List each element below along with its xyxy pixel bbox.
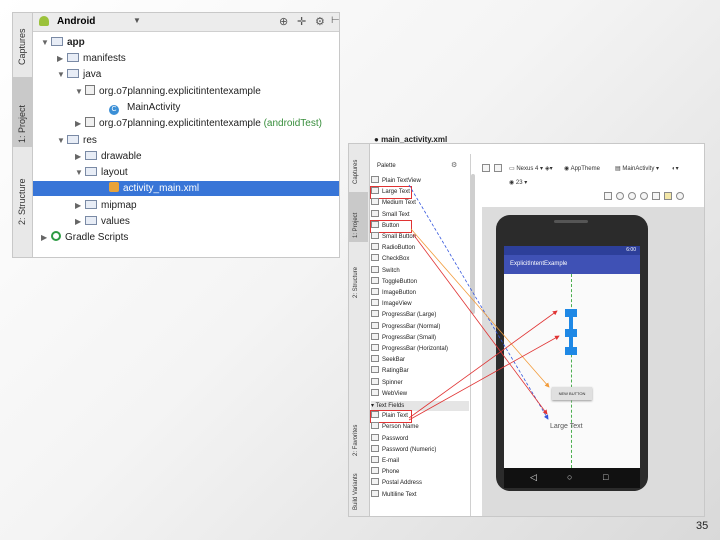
gradle-icon xyxy=(51,231,61,241)
arrow-button-2 xyxy=(412,233,548,415)
tree-item-activity-main[interactable]: activity_main.xml xyxy=(33,181,339,196)
drag-arrows xyxy=(408,184,560,421)
xml-file-icon xyxy=(109,182,119,192)
package-icon xyxy=(85,85,95,95)
tree-item-res[interactable]: ▼ res xyxy=(57,133,97,148)
tree-item-values[interactable]: ▶ values xyxy=(75,214,130,229)
arrow-plain-text-2 xyxy=(408,335,560,421)
arrow-large-text xyxy=(408,184,549,420)
project-side-tab-strip: Captures 1: Project 2: Structure xyxy=(13,13,33,257)
folder-icon xyxy=(67,135,79,144)
sync-icon[interactable]: ⊕ xyxy=(279,15,288,28)
view-selector[interactable]: Android xyxy=(57,16,95,27)
gear-icon[interactable]: ⚙ xyxy=(315,15,325,28)
tree-item-app[interactable]: ▼ app xyxy=(41,35,85,50)
folder-icon xyxy=(85,216,97,225)
folder-icon xyxy=(51,37,63,46)
page-number: 35 xyxy=(696,520,709,532)
folder-icon xyxy=(67,53,79,62)
class-icon: C xyxy=(109,105,119,115)
tree-item-gradle-scripts[interactable]: ▶ Gradle Scripts xyxy=(41,230,128,245)
tree-item-java[interactable]: ▼ java xyxy=(57,67,101,82)
tree-item-layout[interactable]: ▼ layout xyxy=(75,165,128,180)
side-tab-structure[interactable]: 2: Structure xyxy=(13,153,32,229)
hide-icon[interactable]: ⊢ xyxy=(331,15,339,26)
tree-item-drawable[interactable]: ▶ drawable xyxy=(75,149,142,164)
tree-item-mipmap[interactable]: ▶ mipmap xyxy=(75,198,137,213)
side-tab-captures[interactable]: Captures xyxy=(13,13,32,71)
project-toolbar: Android ▼ ⊕ ✛ ⚙ ⊢ xyxy=(33,13,339,32)
folder-icon xyxy=(85,151,97,160)
android-icon xyxy=(39,16,49,26)
project-panel: Captures 1: Project 2: Structure Android… xyxy=(12,12,340,258)
arrow-button xyxy=(410,228,550,388)
file-tab[interactable]: ● main_activity.xml xyxy=(374,135,447,144)
designer-panel: Captures 1: Project 2: Structure 2: Favo… xyxy=(348,143,705,517)
arrow-plain-text-1 xyxy=(408,310,558,419)
side-tab-project[interactable]: 1: Project xyxy=(13,77,32,147)
folder-icon xyxy=(85,167,97,176)
package-icon xyxy=(85,117,95,127)
collapse-icon[interactable]: ✛ xyxy=(297,15,306,28)
folder-icon xyxy=(85,200,97,209)
tree-item-manifests[interactable]: ▶ manifests xyxy=(57,51,126,66)
chevron-down-icon[interactable]: ▼ xyxy=(133,16,141,25)
folder-icon xyxy=(67,69,79,78)
tree-item-mainactivity[interactable]: C MainActivity xyxy=(109,100,180,115)
tree-item-package-test[interactable]: ▶ org.o7planning.explicitintentexample (a… xyxy=(75,116,322,131)
tree-item-package[interactable]: ▼ org.o7planning.explicitintentexample xyxy=(75,84,261,99)
